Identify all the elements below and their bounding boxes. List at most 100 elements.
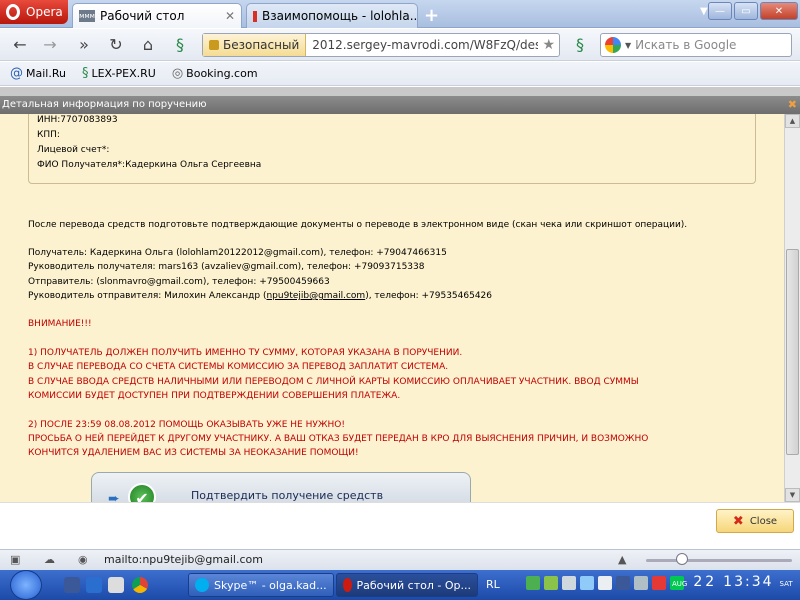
tray-monitor-icon[interactable] xyxy=(544,576,558,590)
warning-1-line: КОМИССИИ БУДЕТ ДОСТУПЕН ПРИ ПОДТВЕРЖДЕНИ… xyxy=(28,391,401,401)
address-bar[interactable]: Безопасный 2012.sergey-mavrodi.com/W8FzQ… xyxy=(202,33,560,57)
dialog-title-bar: Детальная информация по поручению ✖ xyxy=(0,96,800,114)
new-tab-button[interactable]: + xyxy=(424,5,439,26)
tray-antivirus-icon[interactable] xyxy=(652,576,666,590)
dialog-close-icon[interactable]: ✖ xyxy=(788,96,797,114)
back-icon[interactable]: ← xyxy=(10,35,30,55)
scroll-up-icon[interactable]: ▲ xyxy=(785,114,800,128)
gmail-icon xyxy=(253,10,257,22)
url-text: 2012.sergey-mavrodi.com/W8FzQ/desktop.ht… xyxy=(312,38,539,52)
dialog-body: БИК:044525225 ИНН:7707083893 КПП: Лицево… xyxy=(0,114,784,502)
cloud-icon[interactable]: ☁ xyxy=(44,553,55,566)
clock-month: AUG xyxy=(672,580,688,588)
warning-1-line: 1) ПОЛУЧАТЕЛЬ ДОЛЖЕН ПОЛУЧИТЬ ИМЕННО ТУ … xyxy=(28,348,463,358)
instruction-text: После перевода средств подготовьте подтв… xyxy=(28,220,688,230)
clock-time: 13:34 xyxy=(723,574,774,590)
forward-icon[interactable]: → xyxy=(40,35,60,55)
start-button-icon[interactable] xyxy=(10,570,42,600)
warning-2-line: ПРОСЬБА О НЕЙ ПЕРЕЙДЕТ К ДРУГОМУ УЧАСТНИ… xyxy=(28,434,649,444)
bookmarks-bar: @ Mail.Ru § LEX-PEX.RU ◎ Booking.com xyxy=(0,62,800,86)
skype-icon xyxy=(195,578,209,592)
speed-dial-icon[interactable]: ◉ xyxy=(78,553,88,566)
arrow-right-icon: ➨ xyxy=(108,491,120,502)
panel-toggle-icon[interactable]: ▣ xyxy=(10,553,20,566)
lock-icon xyxy=(209,40,219,50)
mmm-favicon-icon: ммм xyxy=(79,10,95,22)
detail-recipient-name: ФИО Получателя*:Кадеркина Ольга Сергеевн… xyxy=(37,160,262,170)
contact-recipient: Получатель: Кадеркина Ольга (lolohlam201… xyxy=(28,248,447,258)
tray-check-icon[interactable] xyxy=(526,576,540,590)
close-button[interactable]: ✖ Close xyxy=(716,509,794,533)
clock-weekday: SAT xyxy=(779,580,793,588)
confirm-receipt-button[interactable]: ➨ ✔ Подтвердить получение средств xyxy=(91,472,471,502)
window-controls: — ▭ ✕ xyxy=(708,2,798,20)
tab-list-dropdown-icon[interactable]: ▼ xyxy=(700,6,708,17)
zoom-slider-handle[interactable] xyxy=(676,553,688,565)
clock[interactable]: AUG 22 13:34 SAT xyxy=(672,574,793,590)
opera-menu-label: Opera xyxy=(26,5,63,19)
fast-forward-icon[interactable]: » xyxy=(74,35,94,55)
maximize-icon[interactable]: ▭ xyxy=(734,2,758,20)
page-content: Детальная информация по поручению ✖ БИК:… xyxy=(0,87,800,549)
opera-menu-button[interactable]: Opera xyxy=(0,0,68,24)
status-link-text: mailto:npu9tejib@gmail.com xyxy=(104,553,263,566)
tab-title: Взаимопомощь - lolohla... xyxy=(262,9,418,23)
taskbar-skype[interactable]: Skype™ - olga.kad... xyxy=(188,573,334,597)
close-icon: ✖ xyxy=(732,513,744,529)
confirm-receipt-label: Подтвердить получение средств xyxy=(191,489,384,502)
scroll-down-icon[interactable]: ▼ xyxy=(785,488,800,502)
search-box[interactable]: ▼ Искать в Google xyxy=(600,33,792,57)
system-tray xyxy=(526,576,684,590)
tab-close-icon[interactable]: ✕ xyxy=(225,9,235,23)
contact-sender-leader: Руководитель отправителя: Милохин Алекса… xyxy=(28,291,492,301)
bookmark-lexpex[interactable]: § LEX-PEX.RU xyxy=(82,66,156,81)
warning-2-line: КОНЧИТСЯ УДАЛЕНИЕМ ВАС ИЗ СИСТЕМЫ ЗА НЕО… xyxy=(28,448,359,458)
tab-title: Рабочий стол xyxy=(100,9,185,23)
dialog-scrollbar[interactable]: ▲ ▼ xyxy=(784,114,800,502)
bookmark-booking[interactable]: ◎ Booking.com xyxy=(172,66,258,81)
minimize-icon[interactable]: — xyxy=(708,2,732,20)
tab-gmail[interactable]: Взаимопомощь - lolohla... ✕ xyxy=(246,3,418,28)
opera-icon xyxy=(343,578,352,592)
bookmark-mailru[interactable]: @ Mail.Ru xyxy=(10,66,66,81)
zoom-slider[interactable] xyxy=(646,559,792,562)
chrome-icon[interactable] xyxy=(132,577,148,593)
warning-1-line: В СЛУЧАЕ ВВОДА СРЕДСТВ НАЛИЧНЫМИ ИЛИ ПЕР… xyxy=(28,377,639,387)
recipient-details: БИК:044525225 ИНН:7707083893 КПП: Лицево… xyxy=(28,114,756,184)
media-player-icon[interactable] xyxy=(108,577,124,593)
tray-display-icon[interactable] xyxy=(598,576,612,590)
detail-inn: ИНН:7707083893 xyxy=(37,115,118,125)
extension-icon[interactable]: § xyxy=(570,35,590,55)
facebook-icon[interactable] xyxy=(64,577,80,593)
warning-1-line: В СЛУЧАЕ ПЕРЕВОДА СО СЧЕТА СИСТЕМЫ КОМИС… xyxy=(28,362,449,372)
bookmark-star-icon[interactable]: ★ xyxy=(538,37,559,53)
google-icon xyxy=(605,37,621,53)
search-input[interactable]: Искать в Google xyxy=(635,38,736,52)
contact-sender: Отправитель: (slonmavro@gmail.com), теле… xyxy=(28,277,330,287)
tray-network-icon[interactable] xyxy=(562,576,576,590)
contact-recipient-leader: Руководитель получателя: mars163 (avzali… xyxy=(28,262,425,272)
warning-title: ВНИМАНИЕ!!! xyxy=(28,319,92,329)
taskbar-opera[interactable]: Рабочий стол - Op... xyxy=(336,573,478,597)
mailru-icon: @ xyxy=(10,66,23,81)
view-menu-icon[interactable]: ▲ xyxy=(618,553,626,566)
tab-bar: Opera ммм Рабочий стол ✕ Взаимопомощь - … xyxy=(0,0,800,28)
security-badge[interactable]: Безопасный xyxy=(203,34,307,56)
scroll-thumb[interactable] xyxy=(786,249,799,455)
extension-icon[interactable]: § xyxy=(170,35,190,55)
language-indicator[interactable]: RL xyxy=(486,578,500,591)
tray-shield-icon[interactable] xyxy=(634,576,648,590)
window-close-icon[interactable]: ✕ xyxy=(760,2,798,20)
download-icon[interactable] xyxy=(86,577,102,593)
tray-facebook-icon[interactable] xyxy=(616,576,630,590)
tray-volume-icon[interactable] xyxy=(580,576,594,590)
lexpex-icon: § xyxy=(81,66,89,81)
dialog-title: Детальная информация по поручению xyxy=(2,99,207,110)
navigation-bar: ← → » ↻ ⌂ § Безопасный 2012.sergey-mavro… xyxy=(0,29,800,61)
tab-desktop[interactable]: ммм Рабочий стол ✕ xyxy=(72,3,242,28)
reload-icon[interactable]: ↻ xyxy=(106,35,126,55)
search-engine-dropdown-icon[interactable]: ▼ xyxy=(625,41,631,50)
globe-icon: ◎ xyxy=(171,66,184,81)
sender-leader-email-link[interactable]: npu9tejib@gmail.com xyxy=(266,291,365,301)
home-icon[interactable]: ⌂ xyxy=(138,35,158,55)
